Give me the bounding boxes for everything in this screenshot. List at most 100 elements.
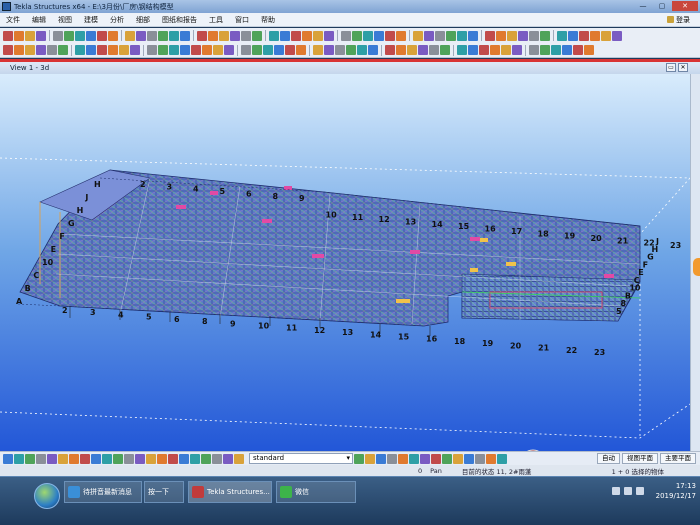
model-canvas[interactable]: 2 3 4 5 6 8 910 11 12 13 14 15 16 17 18 19 20 21 22 232 3 4 5 6… xyxy=(0,74,690,470)
toolbar-button-icon[interactable] xyxy=(230,30,240,41)
select-filter-button-icon[interactable] xyxy=(223,453,233,464)
toolbar-button-icon[interactable] xyxy=(396,45,406,55)
toolbar-button-icon[interactable] xyxy=(324,30,334,41)
menu-help[interactable]: 帮助 xyxy=(255,15,281,25)
toolbar-button-icon[interactable] xyxy=(551,45,561,55)
snap-button-icon[interactable] xyxy=(475,453,485,464)
toolbar-button-icon[interactable] xyxy=(280,30,290,41)
menu-file[interactable]: 文件 xyxy=(0,15,26,25)
toolbar-button-icon[interactable] xyxy=(396,30,406,41)
menu-detailing[interactable]: 细部 xyxy=(130,15,156,25)
toolbar-button-icon[interactable] xyxy=(14,45,24,55)
login-link[interactable]: 登录 xyxy=(667,15,690,25)
toolbar-button-icon[interactable] xyxy=(540,30,550,41)
toolbar-button-icon[interactable] xyxy=(490,45,500,55)
main-plane-combo[interactable]: 主要平面 xyxy=(660,453,696,464)
toolbar-button-icon[interactable] xyxy=(86,45,96,55)
menu-window[interactable]: 窗口 xyxy=(229,15,255,25)
snap-button-icon[interactable] xyxy=(387,453,397,464)
ime-icon[interactable] xyxy=(636,487,644,495)
volume-icon[interactable] xyxy=(624,487,632,495)
toolbar-button-icon[interactable] xyxy=(285,45,295,55)
select-filter-button-icon[interactable] xyxy=(69,453,79,464)
toolbar-button-icon[interactable] xyxy=(147,30,157,41)
toolbar-button-icon[interactable] xyxy=(241,30,251,41)
toolbar-button-icon[interactable] xyxy=(501,45,511,55)
toolbar-button-icon[interactable] xyxy=(108,45,118,55)
toolbar-button-icon[interactable] xyxy=(590,30,600,41)
select-filter-button-icon[interactable] xyxy=(179,453,189,464)
toolbar-button-icon[interactable] xyxy=(512,45,522,55)
toolbar-button-icon[interactable] xyxy=(252,45,262,55)
snap-button-icon[interactable] xyxy=(409,453,419,464)
toolbar-button-icon[interactable] xyxy=(136,30,146,41)
toolbar-button-icon[interactable] xyxy=(269,30,279,41)
toolbar-button-icon[interactable] xyxy=(429,45,439,55)
toolbar-button-icon[interactable] xyxy=(424,30,434,41)
toolbar-button-icon[interactable] xyxy=(97,45,107,55)
model-view-window[interactable]: View 1 - 3d ▭ ✕ 2 3 4 5 6 8 9 10 11 12 1… xyxy=(0,59,700,470)
select-filter-button-icon[interactable] xyxy=(124,453,134,464)
toolbar-button-icon[interactable] xyxy=(86,30,96,41)
toolbar-button-icon[interactable] xyxy=(58,45,68,55)
menu-edit[interactable]: 编辑 xyxy=(26,15,52,25)
toolbar-button-icon[interactable] xyxy=(14,30,24,41)
select-filter-button-icon[interactable] xyxy=(80,453,90,464)
clock-time[interactable]: 17:13 xyxy=(676,481,696,491)
select-filter-button-icon[interactable] xyxy=(113,453,123,464)
toolbar-button-icon[interactable] xyxy=(357,45,367,55)
toolbar-button-icon[interactable] xyxy=(468,30,478,41)
toolbar-button-icon[interactable] xyxy=(75,30,85,41)
taskbar-item[interactable]: 待拼音最新消息 xyxy=(64,481,142,503)
toolbar-button-icon[interactable] xyxy=(446,30,456,41)
select-filter-button-icon[interactable] xyxy=(212,453,222,464)
toolbar-button-icon[interactable] xyxy=(36,45,46,55)
toolbar-button-icon[interactable] xyxy=(219,30,229,41)
snap-button-icon[interactable] xyxy=(442,453,452,464)
toolbar-button-icon[interactable] xyxy=(418,45,428,55)
toolbar-button-icon[interactable] xyxy=(224,45,234,55)
select-filter-button-icon[interactable] xyxy=(157,453,167,464)
toolbar-button-icon[interactable] xyxy=(363,30,373,41)
toolbar-button-icon[interactable] xyxy=(25,30,35,41)
toolbar-button-icon[interactable] xyxy=(562,45,572,55)
view-restore-button[interactable]: ▭ xyxy=(666,63,676,72)
toolbar-button-icon[interactable] xyxy=(53,30,63,41)
snap-button-icon[interactable] xyxy=(431,453,441,464)
snap-button-icon[interactable] xyxy=(376,453,386,464)
toolbar-button-icon[interactable] xyxy=(346,45,356,55)
toolbar-button-icon[interactable] xyxy=(440,45,450,55)
toolbar-button-icon[interactable] xyxy=(147,45,157,55)
toolbar-button-icon[interactable] xyxy=(413,30,423,41)
toolbar-button-icon[interactable] xyxy=(180,30,190,41)
toolbar-button-icon[interactable] xyxy=(3,30,13,41)
toolbar-button-icon[interactable] xyxy=(213,45,223,55)
select-filter-button-icon[interactable] xyxy=(201,453,211,464)
toolbar-button-icon[interactable] xyxy=(241,45,251,55)
toolbar-button-icon[interactable] xyxy=(485,30,495,41)
toolbar-button-icon[interactable] xyxy=(557,30,567,41)
toolbar-button-icon[interactable] xyxy=(208,30,218,41)
toolbar-button-icon[interactable] xyxy=(25,45,35,55)
toolbar-button-icon[interactable] xyxy=(385,30,395,41)
snap-button-icon[interactable] xyxy=(354,453,364,464)
select-filter-button-icon[interactable] xyxy=(58,453,68,464)
toolbar-button-icon[interactable] xyxy=(573,45,583,55)
toolbar-button-icon[interactable] xyxy=(119,45,129,55)
toolbar-button-icon[interactable] xyxy=(296,45,306,55)
menu-analysis[interactable]: 分析 xyxy=(104,15,130,25)
work-plane-combo[interactable]: 自动 xyxy=(597,453,620,464)
toolbar-button-icon[interactable] xyxy=(169,45,179,55)
toolbar-button-icon[interactable] xyxy=(457,45,467,55)
toolbar-button-icon[interactable] xyxy=(158,30,168,41)
toolbar-button-icon[interactable] xyxy=(291,30,301,41)
toolbar-button-icon[interactable] xyxy=(352,30,362,41)
network-icon[interactable] xyxy=(612,487,620,495)
toolbar-button-icon[interactable] xyxy=(584,45,594,55)
toolbar-button-icon[interactable] xyxy=(385,45,395,55)
select-filter-button-icon[interactable] xyxy=(234,453,244,464)
toolbar-button-icon[interactable] xyxy=(191,45,201,55)
toolbar-button-icon[interactable] xyxy=(529,30,539,41)
toolbar-button-icon[interactable] xyxy=(130,45,140,55)
select-filter-button-icon[interactable] xyxy=(25,453,35,464)
